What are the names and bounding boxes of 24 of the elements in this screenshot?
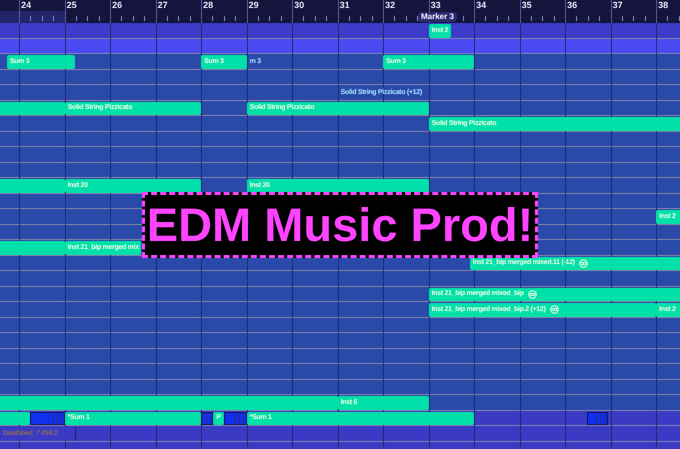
bar-number: 27: [158, 0, 168, 11]
pattern-block[interactable]: [201, 412, 214, 425]
bar-number: 38: [658, 0, 668, 11]
pattern-clip[interactable]: [0, 179, 65, 192]
bar-number: 26: [112, 0, 122, 11]
bar-number: 32: [385, 0, 396, 11]
bar-number: 25: [66, 0, 77, 11]
bar-number: 29: [248, 0, 259, 11]
title-banner: EDM Music Prod!: [142, 192, 538, 258]
bar-number: 34: [476, 0, 486, 11]
bar-number: 35: [522, 0, 532, 11]
bar-number: 31: [340, 0, 350, 11]
pattern-clip[interactable]: [0, 102, 65, 115]
bar-number: 36: [567, 0, 578, 11]
bar-number: 37: [612, 0, 623, 11]
timeline-ruler[interactable]: 24 25 26 27 28 29 30 31 32 33 34 35 36 37 38 Marker 3: [0, 0, 680, 23]
marker-label[interactable]: Marker 3: [418, 12, 457, 22]
pattern-clip[interactable]: [0, 412, 30, 425]
pattern-clip[interactable]: [0, 396, 338, 410]
bar-number: 33: [430, 0, 441, 11]
pattern-clip[interactable]: [0, 241, 65, 254]
bar-number: 24: [21, 0, 32, 11]
bar-number: 28: [203, 0, 214, 11]
bar-number: 30: [294, 0, 304, 11]
